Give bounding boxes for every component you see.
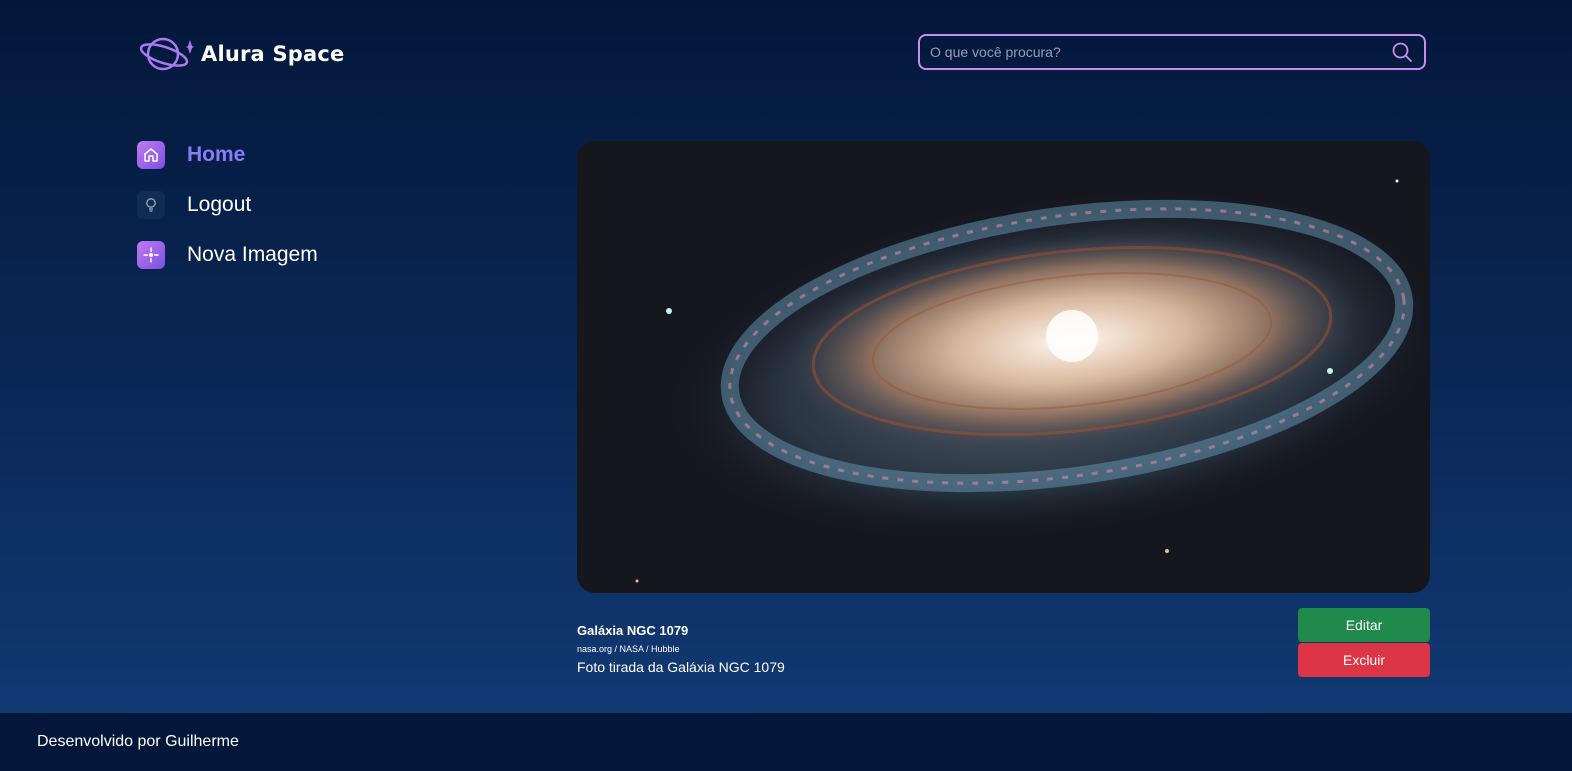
logo[interactable]: Alura Space: [139, 34, 344, 74]
search-bar: [918, 34, 1426, 70]
sidebar-item-nova-imagem[interactable]: Nova Imagem: [137, 240, 318, 270]
sidebar-nav: Home Logout Nova Imagem: [137, 140, 318, 290]
photo-title: Galáxia NGC 1079: [577, 623, 689, 638]
sidebar-item-logout[interactable]: Logout: [137, 190, 318, 220]
edit-button[interactable]: Editar: [1298, 608, 1430, 642]
photo-source: nasa.org / NASA / Hubble: [577, 644, 680, 654]
sparkle-icon: [137, 241, 165, 269]
galaxy-image: [577, 141, 1430, 593]
sidebar-item-label: Nova Imagem: [187, 243, 318, 266]
footer: Desenvolvido por Guilherme: [0, 713, 1572, 771]
sidebar-item-home[interactable]: Home: [137, 140, 318, 170]
logo-text: Alura Space: [201, 42, 345, 66]
search-input[interactable]: [920, 35, 1390, 69]
lightbulb-icon: [137, 191, 165, 219]
footer-text: Desenvolvido por Guilherme: [37, 733, 239, 750]
planet-icon: [139, 37, 194, 71]
photo-description: Foto tirada da Galáxia NGC 1079: [577, 659, 785, 675]
delete-button[interactable]: Excluir: [1298, 643, 1430, 677]
photo-caption: Galáxia NGC 1079 nasa.org / NASA / Hubbl…: [577, 623, 785, 675]
sidebar-item-label: Home: [187, 143, 246, 166]
home-icon: [137, 141, 165, 169]
search-icon[interactable]: [1390, 40, 1414, 64]
sidebar-item-label: Logout: [187, 193, 252, 216]
